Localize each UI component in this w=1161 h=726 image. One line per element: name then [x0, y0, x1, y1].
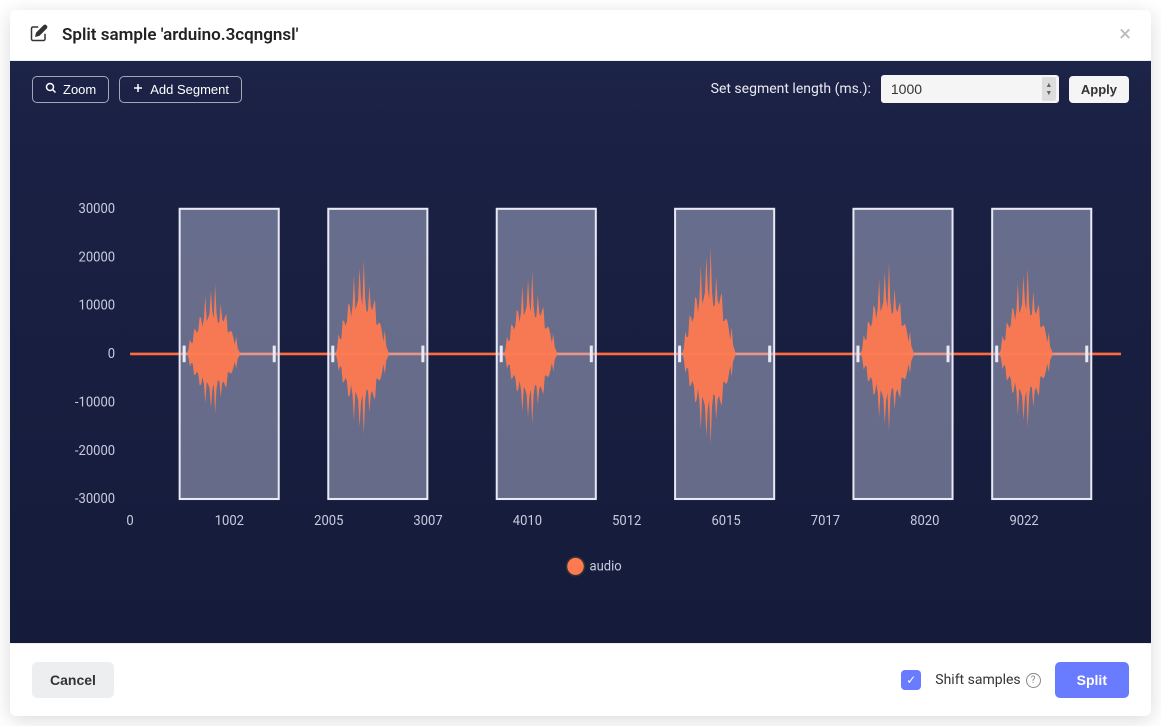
spinner-icon[interactable]: ▲▼	[1042, 77, 1056, 101]
chart-area: -30000 -20000 -10000 0 10000 20000 30000 0 1002…	[10, 117, 1151, 643]
svg-text:-20000: -20000	[75, 444, 115, 459]
svg-text:9022: 9022	[1009, 514, 1038, 529]
svg-text:4010: 4010	[513, 514, 542, 529]
segment-handle[interactable]	[947, 346, 950, 363]
waveform-chart[interactable]: -30000 -20000 -10000 0 10000 20000 30000 0 1002…	[30, 157, 1131, 613]
svg-text:0: 0	[126, 514, 133, 529]
segment-handle[interactable]	[1085, 346, 1088, 363]
svg-text:10000: 10000	[79, 299, 116, 314]
svg-text:0: 0	[108, 347, 115, 362]
add-segment-button[interactable]: Add Segment	[119, 76, 242, 103]
segment-length-label: Set segment length (ms.):	[711, 81, 871, 97]
segment-handle[interactable]	[331, 346, 334, 363]
segment-handle[interactable]	[856, 346, 859, 363]
edit-icon	[30, 24, 48, 46]
svg-text:20000: 20000	[79, 250, 116, 265]
toolbar: Zoom Add Segment Set segment length (ms.…	[10, 61, 1151, 117]
help-icon[interactable]: ?	[1026, 673, 1041, 688]
search-icon	[45, 82, 57, 97]
segment-handle[interactable]	[678, 346, 681, 363]
zoom-label: Zoom	[63, 82, 96, 97]
svg-text:1002: 1002	[215, 514, 244, 529]
svg-text:-10000: -10000	[75, 395, 115, 410]
split-sample-modal: Split sample 'arduino.3cqngnsl' × Zoom A…	[10, 10, 1151, 716]
svg-text:30000: 30000	[79, 202, 116, 217]
cancel-button[interactable]: Cancel	[32, 662, 114, 698]
apply-button[interactable]: Apply	[1069, 76, 1129, 103]
svg-text:3007: 3007	[413, 514, 442, 529]
modal-title: Split sample 'arduino.3cqngnsl'	[62, 25, 1119, 45]
svg-text:8020: 8020	[910, 514, 939, 529]
svg-text:audio: audio	[590, 559, 622, 574]
segment-handle[interactable]	[273, 346, 276, 363]
svg-text:6015: 6015	[711, 514, 740, 529]
segment-handle[interactable]	[995, 346, 998, 363]
plus-icon	[132, 82, 144, 97]
svg-text:5012: 5012	[612, 514, 641, 529]
svg-text:7017: 7017	[811, 514, 840, 529]
segment-length-input[interactable]	[881, 75, 1059, 103]
svg-text:-30000: -30000	[75, 492, 115, 507]
svg-text:2005: 2005	[314, 514, 343, 529]
split-button[interactable]: Split	[1055, 662, 1129, 698]
segment-handle[interactable]	[421, 346, 424, 363]
segment-handle[interactable]	[183, 346, 186, 363]
add-segment-label: Add Segment	[150, 82, 229, 97]
modal-header: Split sample 'arduino.3cqngnsl' ×	[10, 10, 1151, 61]
modal-footer: Cancel ✓ Shift samples ? Split	[10, 643, 1151, 716]
zoom-button[interactable]: Zoom	[32, 76, 109, 103]
shift-samples-checkbox[interactable]: ✓	[901, 670, 921, 690]
shift-samples-label: Shift samples ?	[935, 672, 1040, 688]
segment-handle[interactable]	[590, 346, 593, 363]
close-icon[interactable]: ×	[1119, 24, 1131, 46]
segment-handle[interactable]	[768, 346, 771, 363]
segment-handle[interactable]	[500, 346, 503, 363]
